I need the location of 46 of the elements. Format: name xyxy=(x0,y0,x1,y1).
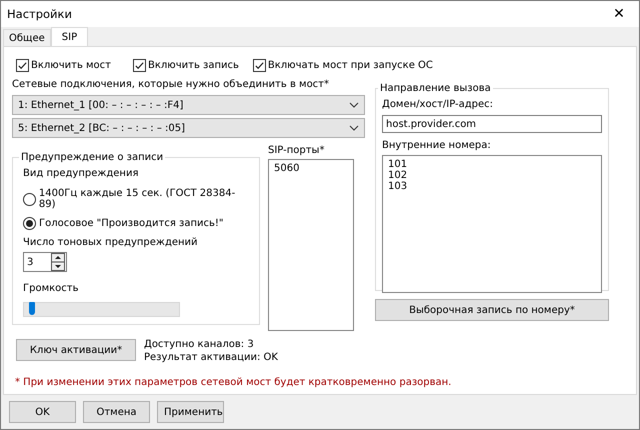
volume-label: Громкость xyxy=(23,282,80,296)
caret-icon xyxy=(349,102,359,108)
dialog-button[interactable]: OK xyxy=(9,401,76,423)
radio-label: Голосовое "Производится запись!" xyxy=(39,218,224,229)
checkbox[interactable] xyxy=(16,58,29,72)
extensions-label: Внутренние номера: xyxy=(382,139,492,153)
dialog-button[interactable]: Применить xyxy=(157,401,224,423)
close-button[interactable]: ✕ xyxy=(599,1,639,27)
connection-dropdown[interactable]: 5: Ethernet_2 [BC: – : – : – : – :05] xyxy=(12,118,365,138)
tab[interactable]: SIP xyxy=(50,27,88,46)
extension-number: 103 xyxy=(388,181,408,192)
window-title: Настройки xyxy=(7,7,72,21)
checkbox[interactable] xyxy=(252,58,266,72)
group-title: Направление вызова xyxy=(379,83,492,94)
checkbox[interactable] xyxy=(133,58,146,72)
activation-result-text: Результат активации: OK xyxy=(144,352,278,363)
port-value: 5060 xyxy=(274,163,300,174)
radio-button[interactable] xyxy=(23,217,36,230)
connection-dropdown[interactable]: 1: Ethernet_1 [00: – : – : – : – :F4] xyxy=(12,95,365,115)
caret-icon xyxy=(349,125,359,131)
group-title: Предупреждение о записи xyxy=(20,152,164,163)
radio-label: 1400Гц каждые 15 сек. (ГОСТ 28384-89) xyxy=(38,188,236,210)
volume-slider[interactable] xyxy=(23,302,180,317)
dialog-button[interactable]: Отмена xyxy=(83,401,150,423)
connections-label: Сетевые подключения, которые нужно объединить в мост* xyxy=(12,78,330,92)
host-input[interactable]: host.provider.com xyxy=(382,115,602,133)
checkbox-label: Включить мост xyxy=(31,60,111,70)
sip-ports-label: SIP-порты* xyxy=(268,144,326,158)
activation-key-button[interactable]: Ключ активации* xyxy=(16,339,136,361)
selective-record-button[interactable]: Выборочная запись по номеру* xyxy=(375,299,609,321)
sip-ports-list[interactable]: 5060 xyxy=(268,159,354,331)
host-label: Домен/хост/IP-адрес: xyxy=(382,98,494,112)
warning-type-label: Вид предупреждения xyxy=(23,167,140,181)
extension-number: 102 xyxy=(388,170,408,181)
tab[interactable]: Общее xyxy=(3,29,51,46)
footnote: * При изменении этих параметров сетевой мост будет кратковременно разорван. xyxy=(15,377,452,388)
slider-thumb[interactable] xyxy=(28,302,35,315)
spin-arrows-icon xyxy=(51,253,65,271)
checkbox-label: Включать мост при запуске ОС xyxy=(268,60,433,70)
radio-button[interactable] xyxy=(23,192,36,206)
count-label: Число тоновых предупреждений xyxy=(23,236,199,250)
checkbox-label: Включить запись xyxy=(148,60,239,70)
extensions-list[interactable]: 101 102 103 xyxy=(382,155,602,293)
channels-text: Доступно каналов: 3 xyxy=(144,339,255,350)
extension-number: 101 xyxy=(388,159,408,170)
count-spinner[interactable]: 3 xyxy=(23,252,67,272)
